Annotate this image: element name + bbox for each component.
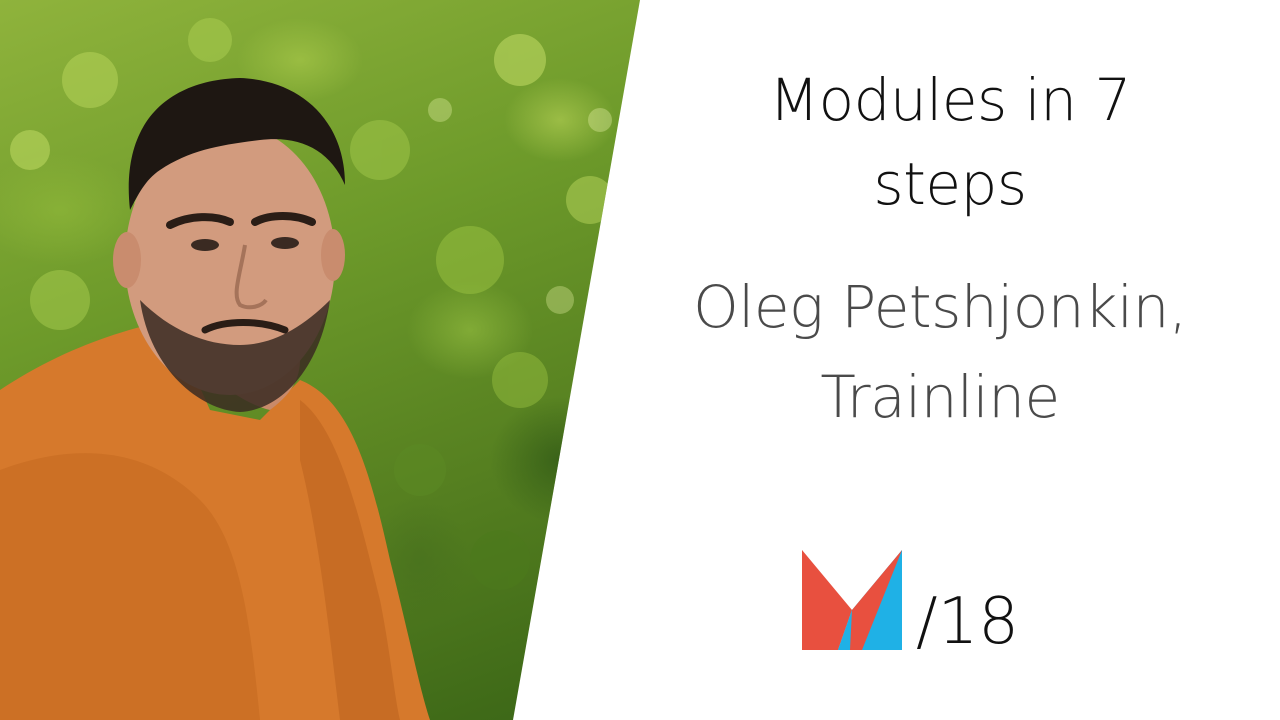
conference-edition: /18 [916, 585, 1019, 659]
talk-title: Modules in 7 steps [640, 58, 1260, 226]
speaker-name: Oleg Petshjonkin, [693, 273, 1187, 341]
speaker-company: Trainline [820, 363, 1060, 431]
talk-title-line-1: Modules in 7 [769, 66, 1131, 134]
speaker-info: Oleg Petshjonkin, Trainline [620, 262, 1260, 442]
title-slide: Modules in 7 steps Oleg Petshjonkin, Tra… [0, 0, 1280, 720]
conference-m-logo-icon [802, 550, 902, 650]
talk-title-line-2: steps [873, 150, 1027, 218]
